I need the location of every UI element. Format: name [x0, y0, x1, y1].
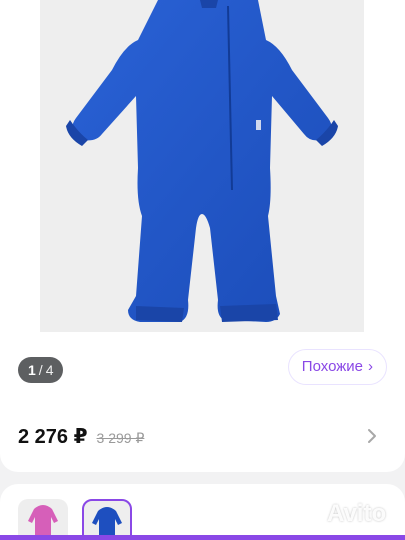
avito-watermark: Avito: [297, 500, 386, 528]
avito-watermark-text: Avito: [327, 500, 387, 527]
variant-thumbnail-pink[interactable]: [18, 499, 68, 540]
gallery-current-index: 1: [28, 362, 36, 378]
variant-thumbnail-blue-selected[interactable]: [82, 499, 132, 540]
product-card: 1 / 4 Похожие › 2 276 ₽ 3 299 ₽: [0, 0, 405, 472]
similar-items-button[interactable]: Похожие ›: [287, 349, 387, 385]
product-photo-gallery[interactable]: [0, 0, 405, 348]
current-price: 2 276 ₽: [18, 426, 88, 448]
primary-action-bar[interactable]: [0, 535, 405, 540]
chevron-right-icon: ›: [368, 358, 373, 375]
price-row: 2 276 ₽ 3 299 ₽: [18, 424, 144, 449]
old-price: 3 299 ₽: [96, 430, 145, 446]
pink-jumpsuit-thumbnail-icon: [28, 505, 58, 540]
gallery-separator: /: [38, 362, 43, 378]
similar-items-label: Похожие: [301, 358, 363, 375]
price-details-chevron-icon[interactable]: [365, 426, 379, 446]
avito-logo-icon: [298, 504, 321, 523]
product-photo[interactable]: [40, 0, 364, 332]
gallery-counter: 1 / 4: [18, 357, 64, 383]
jumpsuit-image: [66, 0, 338, 322]
gallery-total: 4: [45, 362, 54, 378]
